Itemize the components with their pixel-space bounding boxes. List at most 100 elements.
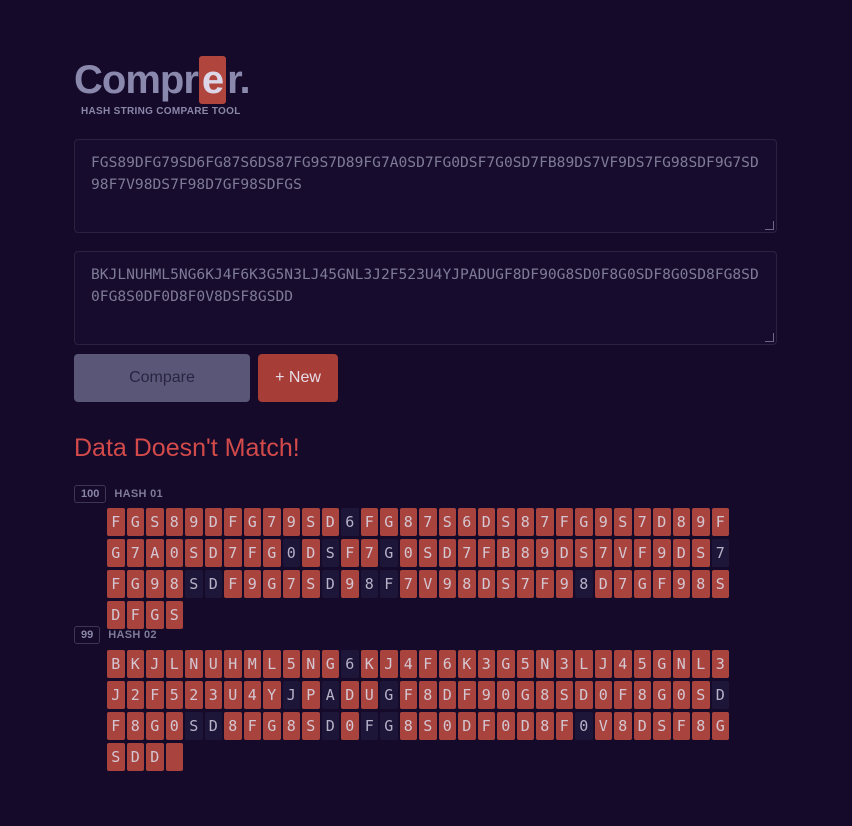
logo-tagline: HASH STRING COMPARE TOOL <box>81 106 241 117</box>
hash-char-cell: 9 <box>692 508 710 536</box>
hash-2-char-grid: BKJLNUHML5NG6KJ4F6K3G5N3LJ45GNL3J2F523U4… <box>107 650 737 771</box>
hash-char-cell: 3 <box>204 681 222 709</box>
hash-char-cell: 7 <box>614 570 632 598</box>
hash-char-cell: L <box>165 650 183 678</box>
hash-char-cell: D <box>204 712 222 740</box>
hash-char-cell: 8 <box>419 681 437 709</box>
hash-char-cell: 6 <box>341 650 359 678</box>
hash-char-cell: A <box>146 539 164 567</box>
hash-char-cell: 6 <box>438 650 456 678</box>
hash-char-cell: 8 <box>536 681 554 709</box>
hash-char-cell: 4 <box>399 650 417 678</box>
hash-char-cell: D <box>341 681 359 709</box>
hash-char-cell: D <box>438 681 456 709</box>
hash-header-2: 99 HASH 02 <box>74 626 157 644</box>
hash-char-cell: K <box>458 650 476 678</box>
hash-char-cell: 3 <box>477 650 495 678</box>
hash-char-cell: F <box>107 508 125 536</box>
hash-char-cell: S <box>419 539 437 567</box>
hash-char-cell: 8 <box>536 712 554 740</box>
hash-char-cell: 0 <box>497 712 515 740</box>
hash-char-cell: F <box>146 681 164 709</box>
hash-char-cell: S <box>711 570 729 598</box>
hash-char-cell: F <box>360 508 378 536</box>
hash-char-cell: 7 <box>282 570 300 598</box>
hash-char-cell: N <box>302 650 320 678</box>
new-button[interactable]: + New <box>258 354 338 402</box>
hash-char-cell: S <box>614 508 632 536</box>
hash-char-cell: F <box>653 570 671 598</box>
hash-char-cell: 8 <box>692 712 710 740</box>
hash-char-cell: 7 <box>126 539 144 567</box>
hash-char-cell: 0 <box>438 712 456 740</box>
hash-char-cell: G <box>380 712 398 740</box>
hash-char-cell: F <box>477 539 495 567</box>
hash-char-cell: V <box>614 539 632 567</box>
hash-char-cell: S <box>302 570 320 598</box>
hash-char-cell: 2 <box>126 681 144 709</box>
hash-char-cell: U <box>204 650 222 678</box>
hash-char-cell: B <box>497 539 515 567</box>
resize-handle-icon[interactable] <box>765 221 774 230</box>
hash-char-cell: 0 <box>165 712 183 740</box>
hash-char-cell: F <box>107 570 125 598</box>
logo-highlight-letter: e <box>198 56 227 104</box>
hash-char-cell: 5 <box>633 650 651 678</box>
hash-char-cell: H <box>224 650 242 678</box>
hash-char-cell: K <box>126 650 144 678</box>
hash-char-cell: D <box>204 539 222 567</box>
hash-char-cell: D <box>633 712 651 740</box>
hash-char-cell: V <box>594 712 612 740</box>
hash2-textarea[interactable]: BKJLNUHML5NG6KJ4F6K3G5N3LJ45GNL3J2F523U4… <box>74 251 777 345</box>
hash-char-cell: 8 <box>692 570 710 598</box>
hash-char-cell: 9 <box>243 570 261 598</box>
hash1-textarea[interactable]: FGS89DFG79SD6FG87S6DS87FG9S7D89FG7A0SD7F… <box>74 139 777 233</box>
hash-label: HASH 02 <box>108 629 157 641</box>
hash-char-cell: 4 <box>243 681 261 709</box>
hash-char-cell: 8 <box>360 570 378 598</box>
hash-char-cell: S <box>497 508 515 536</box>
hash-char-cell: U <box>360 681 378 709</box>
logo-text-start: Compr <box>74 58 199 102</box>
hash-char-cell: G <box>711 712 729 740</box>
hash-char-cell: V <box>419 570 437 598</box>
hash-char-cell: G <box>653 681 671 709</box>
hash-char-cell: D <box>321 712 339 740</box>
hash2-value: BKJLNUHML5NG6KJ4F6K3G5N3LJ45GNL3J2F523U4… <box>91 266 759 305</box>
hash-char-cell: D <box>711 681 729 709</box>
hash-char-cell: 7 <box>711 539 729 567</box>
hash-char-cell: S <box>185 712 203 740</box>
resize-handle-icon[interactable] <box>765 333 774 342</box>
hash-char-cell: D <box>575 681 593 709</box>
hash-char-cell: S <box>165 601 183 629</box>
hash-char-cell: 9 <box>672 570 690 598</box>
hash-char-cell: B <box>107 650 125 678</box>
hash-char-cell: G <box>497 650 515 678</box>
hash-char-cell: S <box>555 681 573 709</box>
hash-char-cell: 9 <box>653 539 671 567</box>
hash-char-cell: 8 <box>516 508 534 536</box>
hash-char-cell: M <box>243 650 261 678</box>
hash-char-cell: 0 <box>575 712 593 740</box>
hash-char-cell: F <box>477 712 495 740</box>
result-title: Data Doesn't Match! <box>74 434 300 462</box>
hash-char-cell: L <box>575 650 593 678</box>
hash-char-cell: 9 <box>185 508 203 536</box>
hash-char-cell: G <box>146 712 164 740</box>
hash-char-cell: 9 <box>555 570 573 598</box>
compare-button[interactable]: Compare <box>74 354 250 402</box>
hash-char-cell: G <box>516 681 534 709</box>
hash-char-cell: S <box>146 508 164 536</box>
hash-char-cell: 3 <box>711 650 729 678</box>
hash-char-cell: D <box>302 539 320 567</box>
hash-char-cell: N <box>185 650 203 678</box>
hash-char-cell: 0 <box>594 681 612 709</box>
hash-char-cell: 9 <box>536 539 554 567</box>
hash-char-cell: 7 <box>419 508 437 536</box>
hash-char-cell: S <box>107 743 125 771</box>
hash-char-cell: 5 <box>282 650 300 678</box>
hash-char-cell: F <box>360 712 378 740</box>
hash-char-cell: G <box>146 601 164 629</box>
hash-char-cell: D <box>204 508 222 536</box>
hash-char-cell: L <box>692 650 710 678</box>
